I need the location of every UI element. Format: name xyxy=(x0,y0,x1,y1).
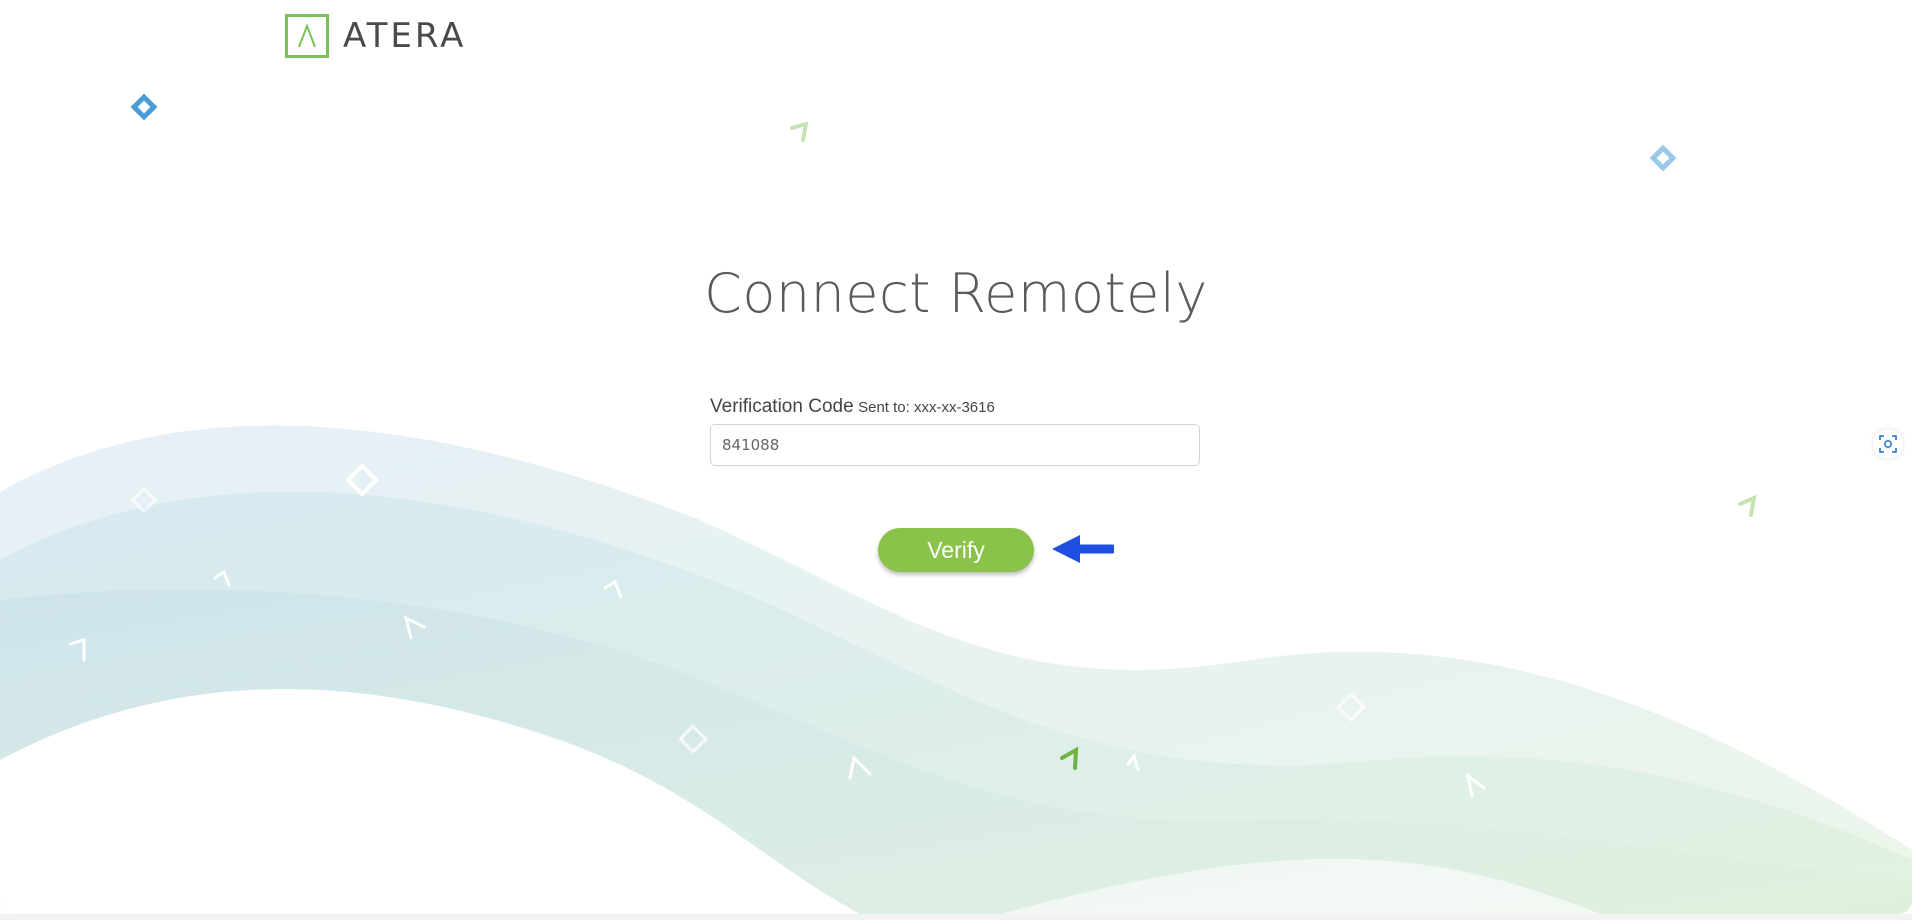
logo-wordmark: ATERA xyxy=(343,16,467,56)
screen-scan-glyph-icon xyxy=(1879,435,1897,453)
left-arrow-icon xyxy=(1052,535,1114,563)
page-title: Connect Remotely xyxy=(704,262,1208,325)
verify-button[interactable]: Verify xyxy=(878,528,1034,572)
verification-code-label: Verification Code xyxy=(710,396,854,417)
atera-logo-mark-icon xyxy=(285,14,329,58)
verification-code-value: 841088 xyxy=(722,436,780,454)
screen-scan-icon[interactable] xyxy=(1873,429,1903,459)
sent-to-text: Sent to: xxx-xx-3616 xyxy=(858,399,995,416)
bottom-edge xyxy=(0,914,1912,920)
field-label-row: Verification Code Sent to: xxx-xx-3616 xyxy=(710,396,1202,418)
page-frame: ATERA Connect Remotely Verification Code… xyxy=(0,0,1912,914)
verification-code-input[interactable]: 841088 xyxy=(710,424,1200,466)
atera-logo: ATERA xyxy=(285,14,466,58)
verification-form: Verification Code Sent to: xxx-xx-3616 8… xyxy=(710,396,1202,466)
